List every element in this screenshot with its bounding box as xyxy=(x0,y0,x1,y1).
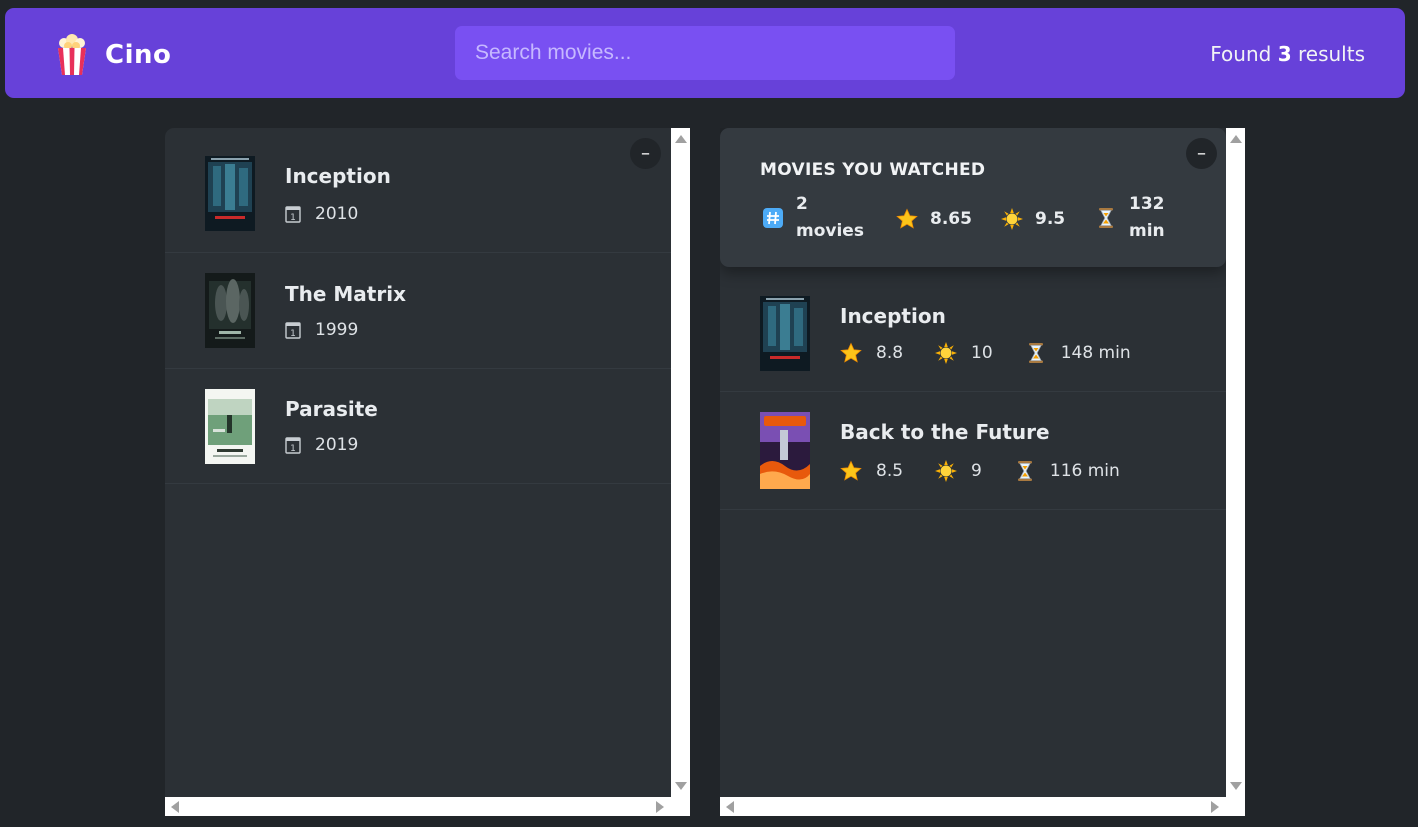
scroll-up-arrow-icon[interactable] xyxy=(675,135,687,143)
movie-list-item[interactable]: Parasite 1 2019 xyxy=(165,369,671,484)
summary-title: MOVIES YOU WATCHED xyxy=(760,160,986,180)
movie-user-rating: 10 xyxy=(935,342,993,364)
scroll-left-arrow-icon[interactable] xyxy=(171,801,179,813)
collapse-list-button[interactable]: – xyxy=(630,138,661,169)
navbar: Cino Found 3 results xyxy=(5,8,1405,98)
horizontal-scrollbar[interactable] xyxy=(720,797,1245,816)
movie-runtime-value: 148 min xyxy=(1060,343,1131,363)
svg-text:1: 1 xyxy=(290,329,296,339)
movie-year: 1 2010 xyxy=(285,204,358,224)
app-name: Cino xyxy=(105,40,172,70)
movie-list-item[interactable]: Inception 1 2010 xyxy=(165,128,671,253)
movie-poster xyxy=(760,296,810,371)
movie-year-value: 2010 xyxy=(315,204,359,224)
star-icon xyxy=(840,460,862,481)
watched-movie-title: Back to the Future xyxy=(840,420,1050,444)
movie-runtime: 116 min xyxy=(1014,460,1120,482)
movie-user-value: 9 xyxy=(971,461,982,481)
watched-count-value: 2 movies xyxy=(796,191,864,245)
watched-count-label: movies xyxy=(796,221,864,241)
movie-imdb-rating: 8.5 xyxy=(840,460,903,482)
search-input[interactable] xyxy=(455,26,955,80)
movie-list-scroll-area[interactable]: – Inception 1 2010 The Matrix 1 1999 Par… xyxy=(165,128,671,797)
movie-poster xyxy=(205,389,255,464)
results-count: Found 3 results xyxy=(1210,42,1365,66)
scroll-up-arrow-icon[interactable] xyxy=(1230,135,1242,143)
watched-box: – MOVIES YOU WATCHED 2 movies 8.65 9.5 1… xyxy=(720,128,1245,816)
sun-icon xyxy=(1001,208,1023,230)
movie-imdb-rating: 8.8 xyxy=(840,342,903,364)
hourglass-icon xyxy=(1017,461,1032,481)
star-icon xyxy=(896,208,918,229)
movie-title: The Matrix xyxy=(285,282,406,306)
scroll-left-arrow-icon[interactable] xyxy=(726,801,734,813)
movie-year: 1 2019 xyxy=(285,435,358,455)
scroll-down-arrow-icon[interactable] xyxy=(675,782,687,790)
watched-movie-item[interactable]: Back to the Future 8.5 9 116 min xyxy=(720,392,1226,510)
svg-text:1: 1 xyxy=(290,444,296,454)
avg-runtime-value: 132 min xyxy=(1129,191,1165,245)
movie-poster xyxy=(760,412,810,489)
scroll-down-arrow-icon[interactable] xyxy=(1230,782,1242,790)
sun-icon xyxy=(935,460,958,482)
watched-count: 2 movies xyxy=(762,191,864,245)
avg-runtime-unit: min xyxy=(1129,221,1165,241)
movie-user-rating: 9 xyxy=(935,460,982,482)
scroll-right-arrow-icon[interactable] xyxy=(656,801,664,813)
watched-movie-stats: 8.5 9 116 min xyxy=(840,460,1152,482)
avg-runtime: 132 min xyxy=(1095,191,1165,245)
logo: Cino xyxy=(55,34,171,76)
movie-list-item[interactable]: The Matrix 1 1999 xyxy=(165,253,671,369)
hourglass-icon xyxy=(1099,208,1113,228)
watched-summary: MOVIES YOU WATCHED 2 movies 8.65 9.5 132… xyxy=(720,128,1226,267)
movie-runtime-value: 116 min xyxy=(1049,461,1120,481)
collapse-watched-button[interactable]: – xyxy=(1186,138,1217,169)
watched-movie-item[interactable]: Inception 8.8 10 148 min xyxy=(720,273,1226,392)
watched-count-number: 2 xyxy=(796,194,808,214)
avg-user-rating: 9.5 xyxy=(1001,208,1065,230)
movie-poster xyxy=(205,156,255,231)
movie-year-value: 1999 xyxy=(315,320,359,340)
scroll-right-arrow-icon[interactable] xyxy=(1211,801,1219,813)
sun-icon xyxy=(935,342,958,364)
star-icon xyxy=(840,342,862,363)
movie-list-box: – Inception 1 2010 The Matrix 1 1999 Par… xyxy=(165,128,690,816)
movie-year-value: 2019 xyxy=(315,435,359,455)
movie-runtime: 148 min xyxy=(1025,342,1131,364)
results-suffix: results xyxy=(1297,42,1365,66)
watched-movie-title: Inception xyxy=(840,304,946,328)
popcorn-icon xyxy=(58,34,86,75)
avg-imdb-rating: 8.65 xyxy=(896,208,972,230)
hourglass-icon xyxy=(1028,343,1043,363)
vertical-scrollbar[interactable] xyxy=(671,128,690,797)
calendar-icon: 1 xyxy=(285,206,301,223)
results-prefix: Found xyxy=(1210,42,1272,66)
movie-poster xyxy=(205,273,255,348)
results-number: 3 xyxy=(1277,42,1292,66)
watched-scroll-area[interactable]: – MOVIES YOU WATCHED 2 movies 8.65 9.5 1… xyxy=(720,128,1226,797)
horizontal-scrollbar[interactable] xyxy=(165,797,690,816)
hash-icon xyxy=(763,208,783,228)
vertical-scrollbar[interactable] xyxy=(1226,128,1245,797)
watched-movie-stats: 8.8 10 148 min xyxy=(840,342,1163,364)
movie-user-value: 10 xyxy=(971,343,993,363)
calendar-icon: 1 xyxy=(285,437,301,454)
avg-user-value: 9.5 xyxy=(1035,209,1066,229)
avg-runtime-number: 132 xyxy=(1129,194,1165,214)
avg-imdb-value: 8.65 xyxy=(930,209,972,229)
movie-imdb-value: 8.8 xyxy=(876,343,904,363)
movie-title: Inception xyxy=(285,164,391,188)
svg-text:1: 1 xyxy=(290,213,296,223)
calendar-icon: 1 xyxy=(285,322,301,339)
movie-year: 1 1999 xyxy=(285,320,358,340)
movie-title: Parasite xyxy=(285,397,378,421)
movie-imdb-value: 8.5 xyxy=(876,461,904,481)
